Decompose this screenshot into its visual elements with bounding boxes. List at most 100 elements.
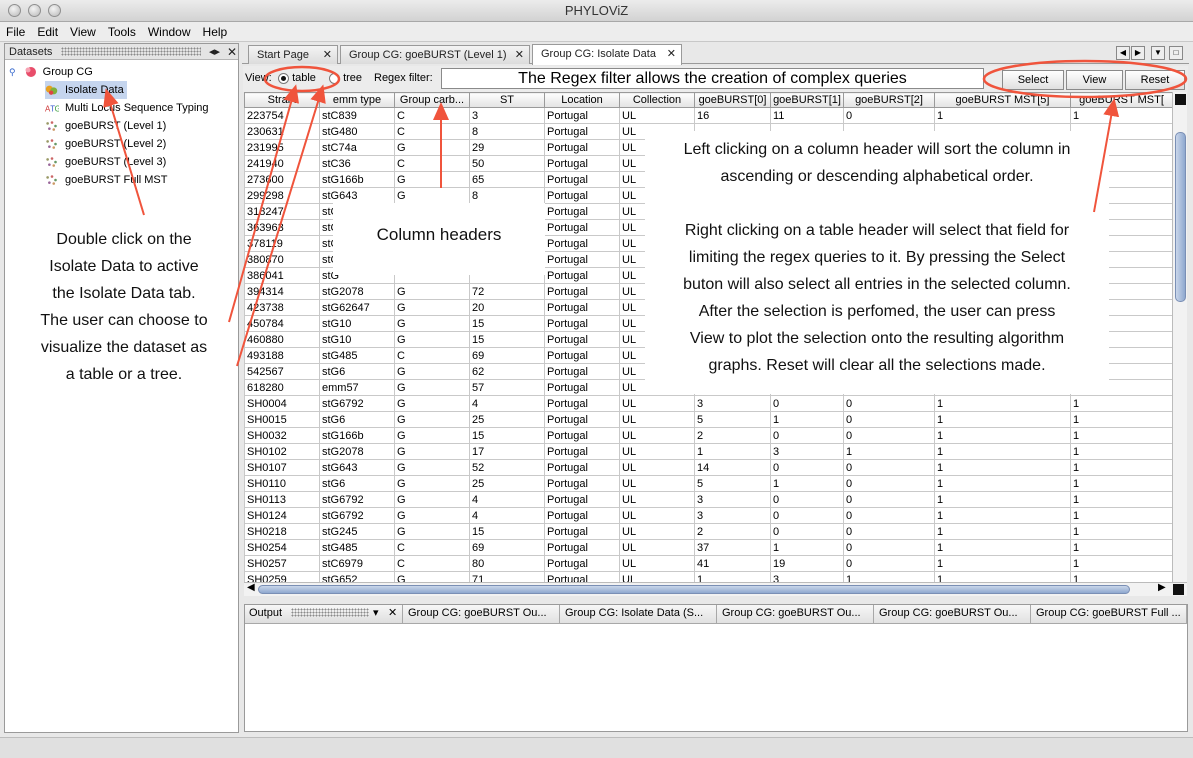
table-cell[interactable]: Portugal bbox=[544, 363, 620, 380]
table-cell[interactable]: 450784 bbox=[244, 315, 320, 332]
table-cell[interactable]: Portugal bbox=[544, 283, 620, 300]
table-cell[interactable]: 5 bbox=[694, 475, 771, 492]
drag-handle-icon[interactable] bbox=[61, 47, 201, 56]
table-cell[interactable]: 1 bbox=[934, 555, 1071, 572]
table-cell[interactable]: Portugal bbox=[544, 571, 620, 582]
table-cell[interactable]: stG643 bbox=[319, 459, 395, 476]
table-row[interactable]: SH0259 stG652 G 71 Portugal UL 1 3 1 1 1 bbox=[244, 571, 1172, 582]
drag-handle-icon[interactable] bbox=[291, 608, 369, 617]
table-cell[interactable]: Portugal bbox=[544, 299, 620, 316]
table-cell[interactable]: 318247 bbox=[244, 203, 320, 220]
table-cell[interactable]: 14 bbox=[694, 459, 771, 476]
table-cell[interactable]: 1 bbox=[934, 539, 1071, 556]
table-cell[interactable]: UL bbox=[619, 427, 695, 444]
table-cell[interactable]: G bbox=[394, 491, 470, 508]
view-button[interactable]: View bbox=[1066, 70, 1123, 90]
close-icon[interactable]: ✕ bbox=[388, 605, 397, 622]
table-cell[interactable]: G bbox=[394, 139, 470, 156]
table-cell[interactable]: Portugal bbox=[544, 267, 620, 284]
table-cell[interactable]: 0 bbox=[843, 555, 935, 572]
table-cell[interactable]: SH0124 bbox=[244, 507, 320, 524]
table-cell[interactable]: 52 bbox=[469, 459, 545, 476]
table-cell[interactable]: 1 bbox=[1070, 459, 1172, 476]
table-row[interactable]: SH0254 stG485 C 69 Portugal UL 37 1 0 1 1 bbox=[244, 539, 1172, 556]
table-row[interactable]: 223754 stC839 C 3 Portugal UL 16 11 0 1 1 bbox=[244, 107, 1172, 124]
table-cell[interactable]: G bbox=[394, 395, 470, 412]
table-cell[interactable]: 1 bbox=[934, 107, 1071, 124]
table-cell[interactable]: UL bbox=[619, 523, 695, 540]
table-cell[interactable]: 386041 bbox=[244, 267, 320, 284]
table-cell[interactable]: 25 bbox=[469, 475, 545, 492]
table-cell[interactable]: 15 bbox=[469, 523, 545, 540]
table-cell[interactable]: stG10 bbox=[319, 315, 395, 332]
minimize-window-button[interactable] bbox=[28, 4, 41, 17]
column-header[interactable]: Location bbox=[544, 92, 620, 108]
table-cell[interactable]: 4 bbox=[469, 395, 545, 412]
table-cell[interactable]: SH0032 bbox=[244, 427, 320, 444]
table-cell[interactable]: UL bbox=[619, 395, 695, 412]
table-cell[interactable]: stG485 bbox=[319, 347, 395, 364]
table-cell[interactable]: 17 bbox=[469, 443, 545, 460]
table-cell[interactable]: Portugal bbox=[544, 331, 620, 348]
table-row[interactable]: SH0218 stG245 G 15 Portugal UL 2 0 0 1 1 bbox=[244, 523, 1172, 540]
table-cell[interactable]: stG480 bbox=[319, 123, 395, 140]
column-header[interactable]: goeBURST[1] bbox=[770, 92, 844, 108]
table-cell[interactable]: 1 bbox=[694, 571, 771, 582]
table-cell[interactable]: 1 bbox=[843, 571, 935, 582]
column-header[interactable]: goeBURST[0] bbox=[694, 92, 771, 108]
table-cell[interactable]: 1 bbox=[770, 539, 844, 556]
table-cell[interactable]: stC839 bbox=[319, 107, 395, 124]
table-cell[interactable]: UL bbox=[619, 475, 695, 492]
table-cell[interactable]: SH0257 bbox=[244, 555, 320, 572]
table-cell[interactable]: 1 bbox=[1070, 539, 1172, 556]
table-cell[interactable]: 299298 bbox=[244, 187, 320, 204]
table-cell[interactable]: 378119 bbox=[244, 235, 320, 252]
table-cell[interactable]: Portugal bbox=[544, 395, 620, 412]
table-cell[interactable]: 3 bbox=[770, 571, 844, 582]
table-row[interactable]: SH0102 stG2078 G 17 Portugal UL 1 3 1 1 1 bbox=[244, 443, 1172, 460]
table-cell[interactable]: Portugal bbox=[544, 459, 620, 476]
table-cell[interactable]: stG485 bbox=[319, 539, 395, 556]
table-cell[interactable]: 230631 bbox=[244, 123, 320, 140]
table-cell[interactable]: G bbox=[394, 283, 470, 300]
table-cell[interactable]: 11 bbox=[770, 107, 844, 124]
table-cell[interactable]: stG245 bbox=[319, 523, 395, 540]
tree-item-isolate-data[interactable]: Isolate Data bbox=[45, 81, 127, 99]
table-cell[interactable]: UL bbox=[619, 443, 695, 460]
output-tab[interactable]: Group CG: goeBURST Ou... bbox=[403, 605, 560, 623]
table-cell[interactable]: 8 bbox=[469, 187, 545, 204]
table-cell[interactable]: 1 bbox=[934, 395, 1071, 412]
table-cell[interactable]: stG6792 bbox=[319, 491, 395, 508]
tree-item-goeburst-level-3[interactable]: goeBURST (Level 3) bbox=[45, 153, 166, 171]
table-cell[interactable]: 1 bbox=[1070, 107, 1172, 124]
table-cell[interactable]: UL bbox=[619, 571, 695, 582]
table-cell[interactable]: 1 bbox=[770, 475, 844, 492]
table-cell[interactable]: 460880 bbox=[244, 331, 320, 348]
table-cell[interactable]: Portugal bbox=[544, 539, 620, 556]
table-cell[interactable]: 1 bbox=[934, 427, 1071, 444]
table-cell[interactable]: 1 bbox=[1070, 555, 1172, 572]
table-cell[interactable]: stG2078 bbox=[319, 283, 395, 300]
table-cell[interactable]: 1 bbox=[1070, 475, 1172, 492]
table-cell[interactable]: stG6792 bbox=[319, 395, 395, 412]
table-cell[interactable]: 65 bbox=[469, 171, 545, 188]
table-cell[interactable]: C bbox=[394, 107, 470, 124]
table-cell[interactable]: Portugal bbox=[544, 315, 620, 332]
table-cell[interactable]: Portugal bbox=[544, 203, 620, 220]
table-cell[interactable]: 1 bbox=[1070, 443, 1172, 460]
table-cell[interactable]: SH0218 bbox=[244, 523, 320, 540]
table-cell[interactable]: 71 bbox=[469, 571, 545, 582]
table-cell[interactable]: Portugal bbox=[544, 379, 620, 396]
menu-tools[interactable]: Tools bbox=[102, 22, 142, 42]
output-tab[interactable]: Group CG: goeBURST Full ... bbox=[1031, 605, 1187, 623]
reset-button[interactable]: Reset bbox=[1125, 70, 1185, 90]
table-row[interactable]: SH0015 stG6 G 25 Portugal UL 5 1 0 1 1 bbox=[244, 411, 1172, 428]
table-cell[interactable]: SH0254 bbox=[244, 539, 320, 556]
tree-expand-icon[interactable]: ⚲ bbox=[9, 67, 16, 77]
table-cell[interactable]: stC36 bbox=[319, 155, 395, 172]
table-cell[interactable]: 1 bbox=[934, 443, 1071, 460]
table-cell[interactable]: 0 bbox=[843, 507, 935, 524]
table-cell[interactable]: Portugal bbox=[544, 443, 620, 460]
table-cell[interactable]: 20 bbox=[469, 299, 545, 316]
tree-item-goeburst-level-1[interactable]: goeBURST (Level 1) bbox=[45, 117, 166, 135]
